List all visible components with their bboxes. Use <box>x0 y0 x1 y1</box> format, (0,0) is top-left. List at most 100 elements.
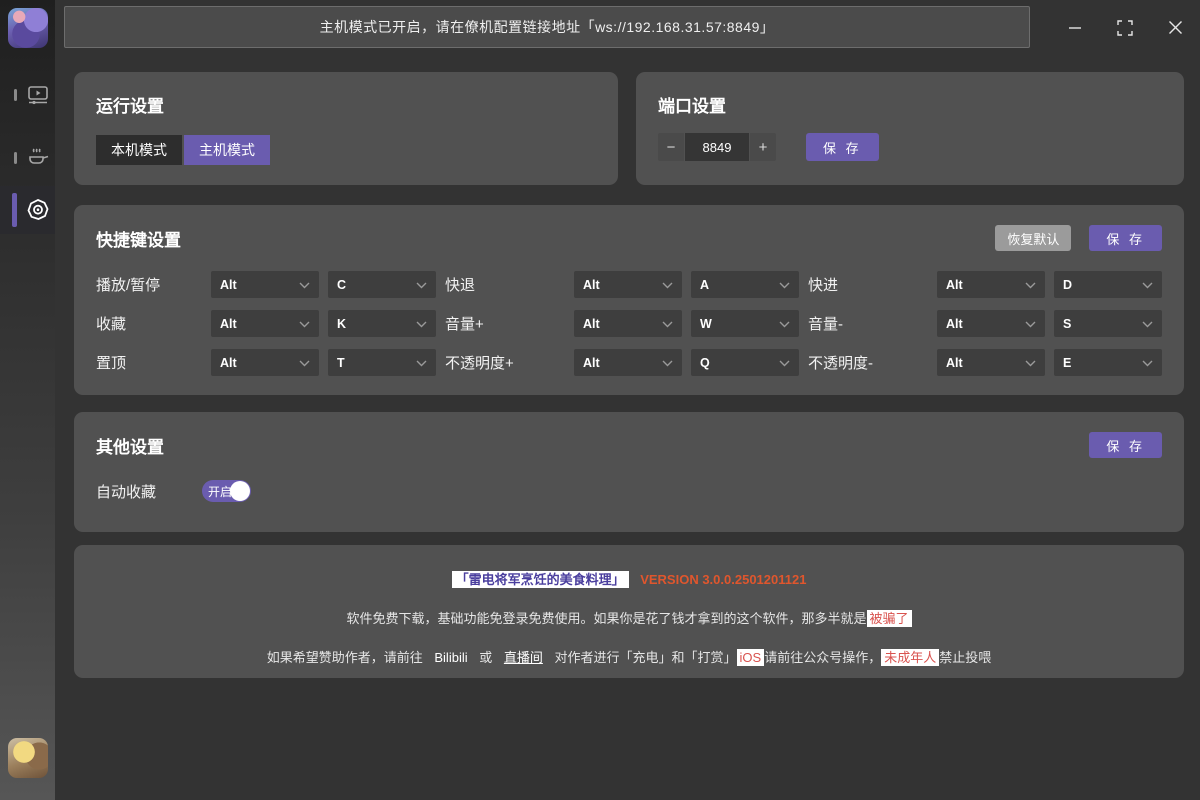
modifier-select[interactable]: Alt <box>937 310 1045 337</box>
port-stepper: − 8849 + <box>658 133 776 161</box>
hotkey-grid: 播放/暂停 Alt C 快退 Alt A 快进 Alt D 收藏 Alt K 音… <box>96 271 1162 376</box>
cooking-pan-icon <box>26 146 50 170</box>
chevron-down-icon <box>1025 276 1036 294</box>
hotkey-label: 音量+ <box>445 313 565 334</box>
hotkey-label: 播放/暂停 <box>96 274 202 295</box>
chevron-down-icon <box>299 276 310 294</box>
host-mode-button[interactable]: 主机模式 <box>184 135 270 165</box>
chevron-down-icon <box>1142 354 1153 372</box>
chevron-down-icon <box>662 354 673 372</box>
modifier-select[interactable]: Alt <box>937 349 1045 376</box>
app-avatar[interactable] <box>8 8 48 48</box>
panel-title: 运行设置 <box>96 92 596 117</box>
modifier-select[interactable]: Alt <box>574 271 682 298</box>
or-text: 或 <box>479 650 492 665</box>
sidebar-item-player[interactable] <box>0 71 55 119</box>
minimize-button[interactable] <box>1050 7 1100 49</box>
hotkey-label: 快进 <box>808 274 928 295</box>
host-mode-notification: 主机模式已开启，请在僚机配置链接地址「ws://192.168.31.57:88… <box>64 6 1030 48</box>
notification-text: 主机模式已开启，请在僚机配置链接地址「ws://192.168.31.57:88… <box>320 17 775 37</box>
settings-gear-icon <box>24 196 52 224</box>
hotkey-label: 置顶 <box>96 352 202 373</box>
hotkey-label: 收藏 <box>96 313 202 334</box>
key-select[interactable]: K <box>328 310 436 337</box>
hotkey-label: 快退 <box>445 274 565 295</box>
auto-favorite-toggle[interactable]: 开启 <box>202 480 251 502</box>
toggle-state-label: 开启 <box>208 483 232 500</box>
local-mode-button[interactable]: 本机模式 <box>96 135 182 165</box>
chevron-down-icon <box>416 276 427 294</box>
hotkey-settings-panel: 快捷键设置 恢复默认 保 存 播放/暂停 Alt C 快退 Alt A 快进 A… <box>74 205 1184 395</box>
key-select[interactable]: D <box>1054 271 1162 298</box>
toggle-knob <box>230 481 250 501</box>
video-player-icon <box>26 83 50 107</box>
scam-warning-highlight: 被骗了 <box>867 610 912 627</box>
chevron-down-icon <box>779 354 790 372</box>
chevron-down-icon <box>779 276 790 294</box>
version-text: VERSION 3.0.0.2501201121 <box>640 572 806 587</box>
chevron-down-icon <box>1142 315 1153 333</box>
bilibili-link[interactable]: Bilibili <box>434 650 467 665</box>
official-account-text: 请前往公众号操作， <box>764 650 881 665</box>
modifier-select[interactable]: Alt <box>211 271 319 298</box>
panel-title: 端口设置 <box>658 92 1162 117</box>
hotkey-label: 不透明度- <box>808 352 928 373</box>
minor-highlight: 未成年人 <box>881 649 939 666</box>
key-select[interactable]: Q <box>691 349 799 376</box>
restore-defaults-button[interactable]: 恢复默认 <box>995 225 1071 251</box>
key-select[interactable]: W <box>691 310 799 337</box>
chevron-down-icon <box>662 276 673 294</box>
other-save-button[interactable]: 保 存 <box>1089 432 1162 458</box>
about-donate-line: 如果希望赞助作者，请前往 Bilibili 或 直播间 对作者进行「充电」和「打… <box>96 647 1162 666</box>
hotkey-label: 不透明度+ <box>445 352 565 373</box>
modifier-select[interactable]: Alt <box>574 310 682 337</box>
about-title-line: 「雷电将军烹饪的美食料理」 VERSION 3.0.0.2501201121 <box>96 569 1162 588</box>
key-select[interactable]: E <box>1054 349 1162 376</box>
hotkey-label: 音量- <box>808 313 928 334</box>
port-value[interactable]: 8849 <box>685 133 749 161</box>
maximize-button[interactable] <box>1100 7 1150 49</box>
titlebar: 主机模式已开启，请在僚机配置链接地址「ws://192.168.31.57:88… <box>55 0 1200 55</box>
modifier-select[interactable]: Alt <box>937 271 1045 298</box>
donate-text: 如果希望赞助作者，请前往 <box>267 650 423 665</box>
about-panel: 「雷电将军烹饪的美食料理」 VERSION 3.0.0.2501201121 软… <box>74 545 1184 678</box>
port-increase-button[interactable]: + <box>750 133 776 161</box>
key-select[interactable]: S <box>1054 310 1162 337</box>
chevron-down-icon <box>416 354 427 372</box>
panel-title: 其他设置 <box>96 433 164 458</box>
ios-highlight: iOS <box>737 649 765 666</box>
chevron-down-icon <box>299 315 310 333</box>
modifier-select[interactable]: Alt <box>574 349 682 376</box>
chevron-down-icon <box>416 315 427 333</box>
nav-indicator <box>14 89 17 101</box>
chevron-down-icon <box>662 315 673 333</box>
window-controls <box>1050 0 1200 55</box>
free-notice-text: 软件免费下载，基础功能免登录免费使用。如果你是花了钱才拿到的这个软件，那多半就是 <box>346 611 866 626</box>
auto-favorite-label: 自动收藏 <box>96 481 202 502</box>
no-feeding-text: 禁止投喂 <box>939 650 991 665</box>
live-room-link[interactable]: 直播间 <box>504 650 543 665</box>
hotkeys-save-button[interactable]: 保 存 <box>1089 225 1162 251</box>
about-free-line: 软件免费下载，基础功能免登录免费使用。如果你是花了钱才拿到的这个软件，那多半就是… <box>96 608 1162 627</box>
user-avatar[interactable] <box>8 738 48 778</box>
mode-switcher: 本机模式 主机模式 <box>96 135 596 165</box>
charge-text: 对作者进行「充电」和「打赏」 <box>555 650 737 665</box>
port-decrease-button[interactable]: − <box>658 133 684 161</box>
run-settings-panel: 运行设置 本机模式 主机模式 <box>74 72 618 185</box>
maximize-icon <box>1117 20 1133 36</box>
sidebar-item-cooking[interactable] <box>0 134 55 182</box>
key-select[interactable]: A <box>691 271 799 298</box>
app-title-link[interactable]: 「雷电将军烹饪的美食料理」 <box>452 571 629 588</box>
port-save-button[interactable]: 保 存 <box>806 133 879 161</box>
minimize-icon <box>1068 21 1082 35</box>
sidebar-item-settings[interactable] <box>0 186 55 234</box>
close-button[interactable] <box>1150 7 1200 49</box>
key-select[interactable]: C <box>328 271 436 298</box>
modifier-select[interactable]: Alt <box>211 310 319 337</box>
chevron-down-icon <box>779 315 790 333</box>
chevron-down-icon <box>1142 276 1153 294</box>
key-select[interactable]: T <box>328 349 436 376</box>
other-settings-panel: 其他设置 保 存 自动收藏 开启 <box>74 412 1184 532</box>
chevron-down-icon <box>1025 315 1036 333</box>
modifier-select[interactable]: Alt <box>211 349 319 376</box>
